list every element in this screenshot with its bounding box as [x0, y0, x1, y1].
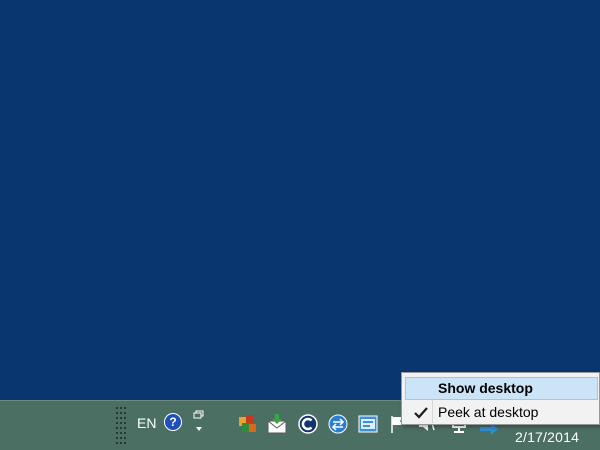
orange-app-icon[interactable]	[238, 414, 258, 434]
restore-window-icon[interactable]	[192, 410, 206, 432]
clock-date[interactable]: 2/17/2014	[515, 429, 579, 445]
language-indicator[interactable]: EN	[137, 415, 156, 431]
menu-item-label: Show desktop	[438, 380, 533, 396]
network-window-icon[interactable]	[358, 414, 378, 434]
context-menu: Show desktop Peek at desktop	[401, 372, 600, 425]
help-glyph: ?	[169, 415, 177, 429]
mail-download-icon[interactable]	[267, 414, 287, 434]
sync-circle-icon[interactable]	[328, 414, 348, 434]
menu-item-show-desktop[interactable]: Show desktop	[405, 377, 598, 400]
menu-item-peek-at-desktop[interactable]: Peek at desktop	[405, 401, 598, 424]
toolbar-grip[interactable]	[116, 407, 126, 447]
desktop-background[interactable]	[0, 0, 600, 400]
c-circle-app-icon[interactable]	[298, 414, 318, 434]
checkmark-icon	[414, 407, 428, 419]
help-icon[interactable]: ?	[164, 413, 182, 431]
menu-item-label: Peek at desktop	[438, 404, 539, 420]
